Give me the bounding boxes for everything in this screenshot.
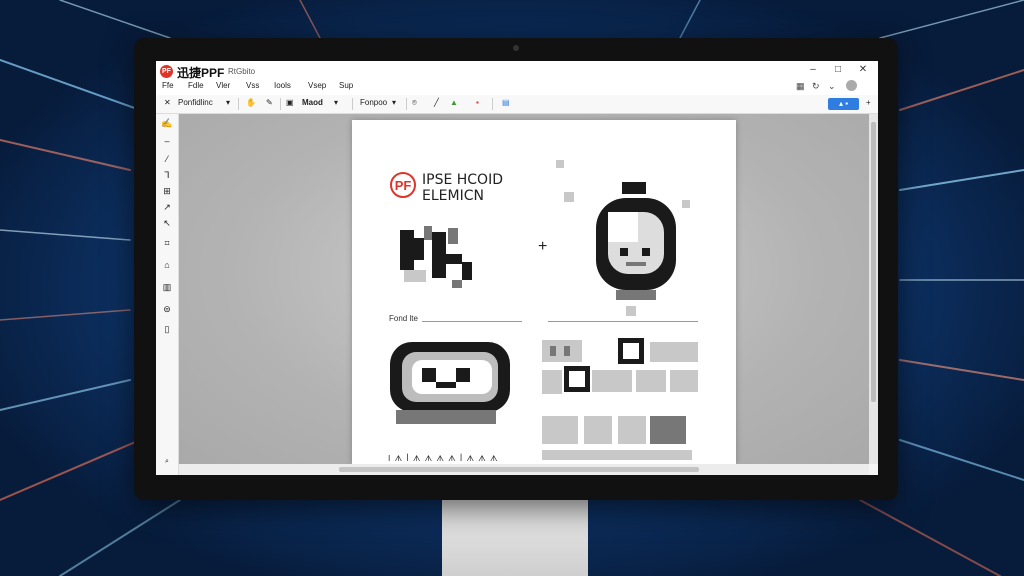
pen-icon[interactable]: ⁄ — [161, 154, 173, 164]
menu-edit[interactable]: Fdle — [188, 81, 204, 90]
toolbar-divider — [280, 98, 281, 110]
horizontal-scrollbar[interactable] — [179, 464, 869, 475]
toolbar-divider — [406, 98, 407, 110]
signature-icon[interactable]: ✍ — [161, 118, 173, 129]
menu-vss[interactable]: Vss — [246, 81, 259, 90]
view-mode-dropdown[interactable]: Maod — [302, 98, 323, 107]
toolbar: ✕ Ponfidlinc ▾ ✋ ✎ ▣ Maod ▾ Fonpoo ▾ ⌾ ╱… — [156, 95, 878, 114]
arrow-icon[interactable]: ↗ — [161, 202, 173, 213]
chevron-down-icon[interactable]: ▾ — [392, 98, 396, 107]
highlight-icon[interactable]: ▲ — [450, 98, 458, 107]
toolbar-divider — [352, 98, 353, 110]
chevron-down-icon[interactable]: ▾ — [334, 98, 338, 107]
menu-help[interactable]: Sup — [339, 81, 353, 90]
pen-icon[interactable]: ✎ — [266, 98, 273, 107]
app-logo-icon: PF — [160, 65, 173, 78]
webcam — [513, 45, 519, 51]
grid-icon[interactable]: ▤ — [502, 98, 510, 107]
plus-icon: + — [538, 238, 548, 255]
zoom-dropdown[interactable]: Fonpoo — [360, 98, 387, 107]
share-button[interactable]: ▴ ▪ — [828, 98, 859, 110]
tool-icon[interactable]: ↖ — [161, 218, 173, 229]
horizontal-scroll-thumb[interactable] — [339, 467, 699, 472]
color-icon[interactable]: ▪ — [476, 98, 479, 107]
mode-dropdown[interactable]: Ponfidlinc — [178, 98, 213, 107]
stamp-icon[interactable]: ⌾ — [412, 98, 417, 108]
figure-caption: Fond lte — [389, 314, 418, 323]
vertical-scrollbar[interactable] — [869, 114, 878, 464]
line-icon[interactable]: ╱ — [434, 98, 439, 107]
left-toolbar: ✍ – ⁄ Ꞁ ⊞ ↗ ↖ ⌗ ⌂ ▥ ⊜ ▯ ⌕ — [156, 114, 179, 475]
select-icon[interactable]: ⊞ — [161, 186, 173, 197]
app-subtitle: RtGbito — [228, 67, 256, 76]
chevron-down-icon[interactable]: ⌄ — [828, 81, 836, 92]
doc-logo-icon: PF — [390, 172, 416, 198]
cursor-icon[interactable]: ✕ — [164, 98, 171, 107]
pages-icon[interactable]: ▦ — [796, 81, 805, 92]
page-icon[interactable]: ▯ — [161, 324, 173, 335]
avatar[interactable] — [846, 80, 857, 91]
book-icon[interactable]: ▥ — [161, 282, 173, 293]
document-canvas[interactable]: PF IPSE HCOID ELEMICN + Fond lte Ⅰ ᗑ ꟾ ᗑ… — [179, 114, 869, 464]
maximize-button[interactable]: □ — [831, 64, 845, 75]
doc-heading-line2: ELEMICN — [422, 188, 484, 204]
crop-icon[interactable]: ⌗ — [161, 238, 173, 249]
minus-icon[interactable]: – — [161, 136, 173, 146]
hand-icon[interactable]: ✋ — [246, 98, 256, 107]
bag-icon[interactable]: ⌂ — [161, 260, 173, 270]
chevron-down-icon[interactable]: ▾ — [226, 98, 230, 107]
menu-view[interactable]: Vler — [216, 81, 230, 90]
doc-heading-line1: IPSE HCOID — [422, 172, 503, 188]
divider — [422, 321, 522, 322]
globe-icon[interactable]: ⊜ — [161, 304, 173, 315]
menu-bar: Ffe Fdle Vler Vss Iools Vsep Sup ▦ ↻ ⌄ — [156, 79, 878, 95]
zoom-icon[interactable]: ⌕ — [161, 458, 173, 466]
monitor-stand — [442, 500, 588, 576]
toolbar-divider — [238, 98, 239, 110]
menu-tools[interactable]: Iools — [274, 81, 291, 90]
minimize-button[interactable]: – — [806, 64, 820, 75]
divider — [548, 321, 698, 322]
menu-file[interactable]: Ffe — [162, 81, 174, 90]
title-bar: PF 迅捷PPF RtGbito – □ ✕ — [156, 61, 878, 80]
vertical-scroll-thumb[interactable] — [871, 122, 876, 402]
refresh-icon[interactable]: ↻ — [812, 81, 820, 92]
toolbar-divider — [492, 98, 493, 110]
close-button[interactable]: ✕ — [856, 64, 870, 75]
app-window: PF 迅捷PPF RtGbito – □ ✕ Ffe Fdle Vler Vss… — [156, 61, 878, 475]
pdf-page[interactable]: PF IPSE HCOID ELEMICN + Fond lte Ⅰ ᗑ ꟾ ᗑ… — [352, 120, 736, 464]
menu-window[interactable]: Vsep — [308, 81, 326, 90]
add-icon[interactable]: + — [866, 98, 871, 107]
page-footer-text: Ⅰ ᗑ ꟾ ᗑ ᗑ ᗑ ᗑ ꟾ ᗑ ᗑ ᗑ — [388, 454, 499, 463]
save-icon[interactable]: ▣ — [286, 98, 294, 107]
text-icon[interactable]: Ꞁ — [161, 170, 173, 181]
